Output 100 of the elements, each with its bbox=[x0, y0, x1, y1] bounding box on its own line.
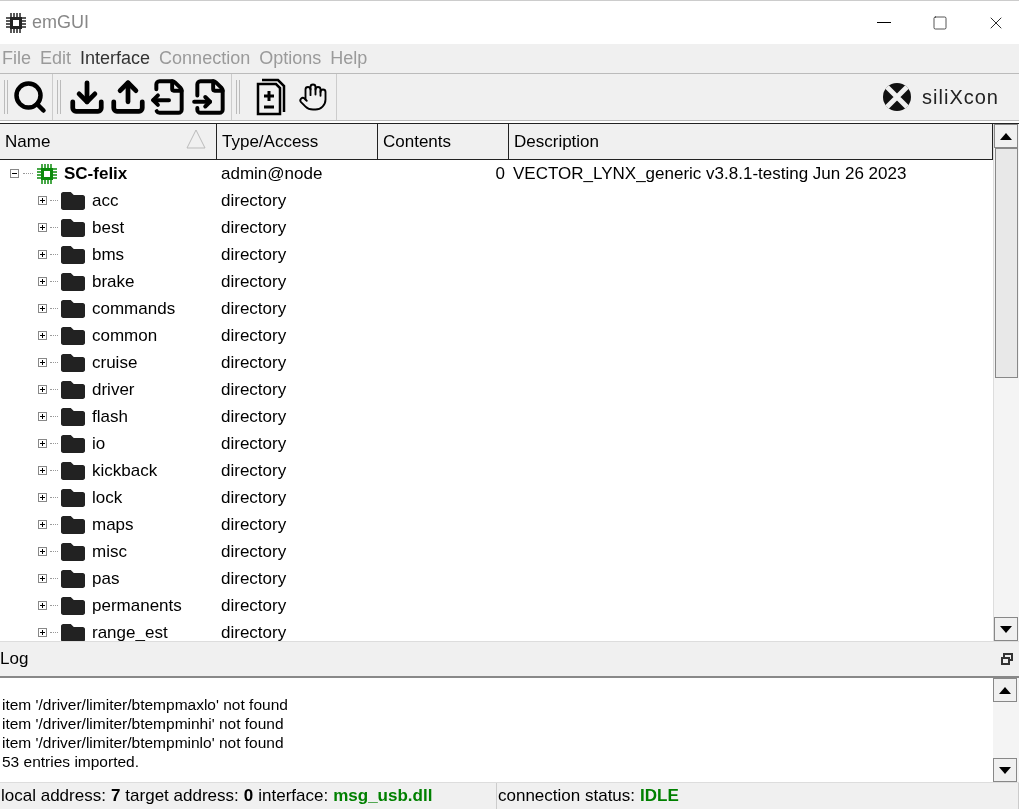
table-cell-text: directory bbox=[220, 216, 288, 239]
table-cell-text: io bbox=[92, 432, 106, 455]
toolbar-grip[interactable] bbox=[57, 80, 61, 114]
table-cell-text: pas bbox=[92, 567, 120, 590]
expand-icon[interactable] bbox=[38, 439, 47, 448]
table-cell-text: maps bbox=[92, 513, 134, 536]
table-cell-text: acc bbox=[92, 189, 119, 212]
toolbar-grip[interactable] bbox=[236, 80, 240, 114]
expand-icon[interactable] bbox=[38, 493, 47, 502]
expand-icon[interactable] bbox=[38, 196, 47, 205]
table-cell-text: directory bbox=[220, 486, 288, 509]
table-cell-text: SC-felix bbox=[64, 162, 128, 185]
table-cell-text: 0 bbox=[494, 162, 506, 185]
caret-up-icon bbox=[999, 686, 1011, 694]
table-cell-text: directory bbox=[220, 594, 288, 617]
expand-icon[interactable] bbox=[38, 520, 47, 529]
toolbar-grip[interactable] bbox=[4, 80, 8, 114]
download-button[interactable] bbox=[68, 78, 106, 116]
table-cell-text: kickback bbox=[92, 459, 158, 482]
status-value: IDLE bbox=[640, 785, 679, 808]
table-cell-text: misc bbox=[92, 540, 127, 563]
search-button[interactable] bbox=[12, 79, 48, 115]
log-line: item '/driver/limiter/btempminhi' not found bbox=[2, 714, 285, 733]
table-cell-text: directory bbox=[220, 621, 288, 641]
hand-pointer-button[interactable] bbox=[298, 82, 328, 112]
table-cell-text: permanents bbox=[92, 594, 182, 617]
caret-up-icon bbox=[1000, 132, 1012, 140]
expand-icon[interactable] bbox=[38, 628, 47, 637]
sort-icon bbox=[186, 129, 206, 149]
table-cell-text: directory bbox=[220, 351, 288, 374]
table-cell-text: admin@node bbox=[220, 162, 324, 185]
table-cell-text: directory bbox=[220, 297, 288, 320]
table-cell-text: directory bbox=[220, 459, 288, 482]
expand-icon[interactable] bbox=[38, 331, 47, 340]
table-cell-text: bms bbox=[92, 243, 125, 266]
expand-icon[interactable] bbox=[38, 223, 47, 232]
table-cell-text: lock bbox=[92, 486, 123, 509]
table-cell-text: best bbox=[92, 216, 125, 239]
table-cell-text: directory bbox=[220, 243, 288, 266]
chip-icon bbox=[37, 163, 57, 184]
expand-icon[interactable] bbox=[38, 358, 47, 367]
scroll-down-button[interactable] bbox=[994, 617, 1018, 641]
log-line: item '/driver/limiter/btempmaxlo' not found bbox=[2, 695, 289, 714]
log-line: 53 entries imported. bbox=[2, 752, 140, 771]
file-plus-minus-button[interactable] bbox=[254, 78, 288, 116]
scrollbar[interactable] bbox=[993, 124, 1019, 641]
table-cell-text: common bbox=[92, 324, 158, 347]
status-label: local address: bbox=[1, 785, 106, 808]
table-cell-text: driver bbox=[92, 378, 135, 401]
expand-icon[interactable] bbox=[38, 277, 47, 286]
float-panel-icon[interactable] bbox=[1001, 653, 1013, 665]
column-header[interactable]: Contents bbox=[378, 124, 509, 159]
expand-icon[interactable] bbox=[38, 250, 47, 259]
panel-title: Log bbox=[0, 648, 29, 671]
table-cell-text: directory bbox=[220, 270, 288, 293]
table-cell-text: range_est bbox=[92, 621, 168, 641]
column-header[interactable]: Type/Access bbox=[217, 124, 378, 159]
table-cell-text: directory bbox=[220, 324, 288, 347]
window-title: emGUI bbox=[32, 11, 89, 34]
expand-icon[interactable] bbox=[38, 304, 47, 313]
table-cell-text: commands bbox=[92, 297, 176, 320]
scrollbar[interactable] bbox=[993, 678, 1019, 782]
table-cell-text: directory bbox=[220, 405, 288, 428]
column-header[interactable]: Name bbox=[0, 124, 217, 159]
scroll-up-button[interactable] bbox=[994, 124, 1018, 148]
status-label: connection status: bbox=[498, 785, 636, 808]
caret-down-icon bbox=[999, 766, 1011, 774]
status-value: 7 bbox=[110, 785, 121, 808]
logo-text: siliXcon bbox=[922, 85, 999, 110]
table-cell-text: flash bbox=[92, 405, 128, 428]
scroll-up-button[interactable] bbox=[993, 678, 1017, 702]
status-value: msg_usb.dll bbox=[333, 785, 433, 808]
expand-icon[interactable] bbox=[38, 574, 47, 583]
maximize-icon bbox=[932, 14, 948, 31]
logo-icon bbox=[882, 82, 913, 112]
table-cell-text: directory bbox=[220, 567, 288, 590]
chip-icon bbox=[6, 12, 26, 33]
collapse-icon[interactable] bbox=[10, 169, 19, 178]
expand-icon[interactable] bbox=[38, 385, 47, 394]
table-cell-text: brake bbox=[92, 270, 135, 293]
scroll-down-button[interactable] bbox=[993, 758, 1017, 782]
expand-icon[interactable] bbox=[38, 466, 47, 475]
upload-button[interactable] bbox=[109, 78, 147, 116]
expand-icon[interactable] bbox=[38, 412, 47, 421]
caret-down-icon bbox=[1000, 625, 1012, 633]
table-cell-text: directory bbox=[220, 513, 288, 536]
table-cell-text: directory bbox=[220, 189, 288, 212]
expand-icon[interactable] bbox=[38, 547, 47, 556]
table-cell-text: VECTOR_LYNX_generic v3.8.1-testing Jun 26 2023 bbox=[512, 162, 908, 185]
log-line: item '/driver/limiter/btempminlo' not found bbox=[2, 733, 285, 752]
table-cell-text: directory bbox=[220, 540, 288, 563]
status-value: 0 bbox=[243, 785, 254, 808]
status-label: interface: bbox=[258, 785, 329, 808]
menu-item[interactable]: Interface bbox=[80, 45, 151, 72]
status-label: target address: bbox=[125, 785, 239, 808]
scrollbar-thumb[interactable] bbox=[995, 148, 1018, 378]
expand-icon[interactable] bbox=[38, 601, 47, 610]
table-cell-text: directory bbox=[220, 378, 288, 401]
minimize-icon bbox=[877, 22, 891, 23]
table-cell-text: cruise bbox=[92, 351, 138, 374]
